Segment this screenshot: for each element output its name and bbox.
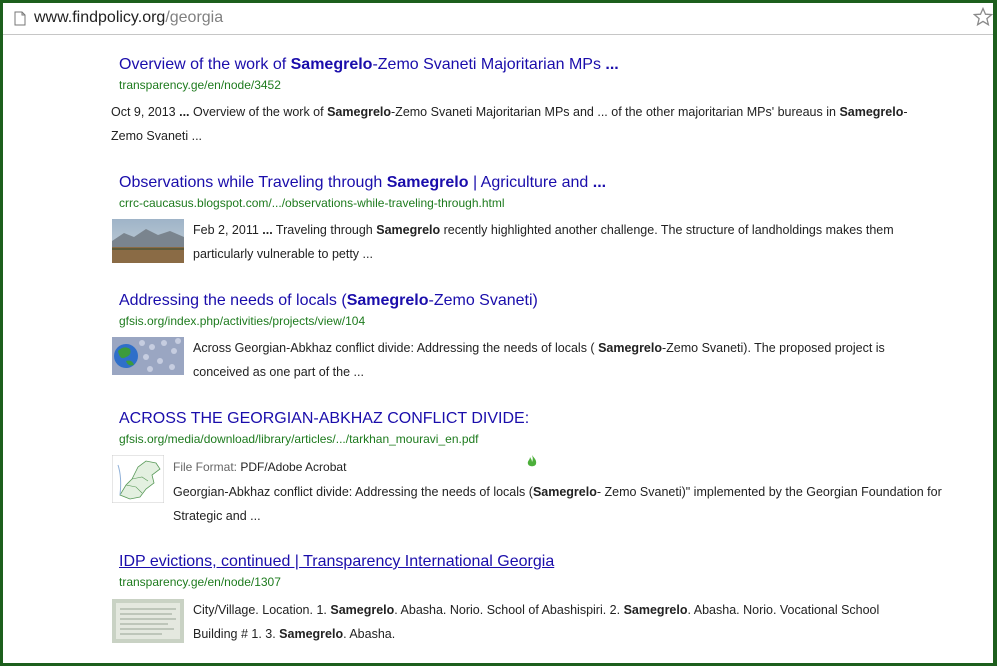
result-url[interactable]: transparency.ge/en/node/3452 (119, 78, 281, 92)
address-bar[interactable]: www.findpolicy.org/georgia (3, 3, 993, 35)
title-text: Observations while Traveling through (119, 174, 387, 191)
result-title-link[interactable]: Observations while Traveling through Sam… (119, 174, 606, 192)
title-bold: Samegrelo (386, 174, 469, 191)
page-icon (14, 11, 26, 26)
snippet-line: Georgian-Abkhaz conflict divide: Address… (173, 485, 942, 499)
flame-icon (527, 455, 537, 467)
snippet-keyword: Samegrelo (598, 341, 662, 355)
url-text[interactable]: www.findpolicy.org/georgia (34, 9, 223, 27)
title-text: Addressing the needs of locals ( (119, 292, 347, 309)
snippet-line: Oct 9, 2013 ... Overview of the work of … (111, 105, 908, 119)
result-snippet: Feb 2, 2011 ... Traveling through Samegr… (193, 218, 973, 266)
snippet-keyword: ... (179, 105, 190, 119)
result-title-link[interactable]: IDP evictions, continued | Transparency … (119, 553, 554, 571)
snippet-keyword: Samegrelo (532, 485, 597, 499)
file-format: File Format: PDF/Adobe Acrobat (173, 460, 346, 474)
document-thumbnail[interactable] (112, 599, 184, 643)
title-bold: Samegrelo (290, 56, 373, 73)
file-format-value: PDF/Adobe Acrobat (240, 460, 347, 474)
url-path: /georgia (165, 9, 224, 26)
title-text: -Zemo Svaneti) (428, 292, 538, 309)
title-text: IDP evictions, continued | Transparency … (119, 553, 555, 570)
snippet-line: Building # 1. 3. Samegrelo. Abasha. (193, 627, 396, 641)
result-title-link[interactable]: Addressing the needs of locals (Samegrel… (119, 292, 538, 310)
snippet-line: Zemo Svaneti ... (111, 129, 203, 143)
snippet-line: City/Village. Location. 1. Samegrelo. Ab… (193, 603, 880, 617)
map-thumbnail[interactable] (112, 455, 164, 503)
title-ellipsis: ... (605, 56, 619, 73)
snippet-keyword: Samegrelo (330, 603, 395, 617)
file-format-label: File Format: (173, 460, 241, 474)
result-snippet: Oct 9, 2013 ... Overview of the work of … (111, 100, 971, 148)
result-url[interactable]: gfsis.org/index.php/activities/projects/… (119, 314, 365, 328)
snippet-line: Feb 2, 2011 ... Traveling through Samegr… (193, 223, 894, 237)
result-title-link[interactable]: Overview of the work of Samegrelo-Zemo S… (119, 56, 619, 74)
snippet-keyword: Samegrelo (839, 105, 904, 119)
result-snippet: Georgian-Abkhaz conflict divide: Address… (173, 480, 978, 528)
result-url[interactable]: crrc-caucasus.blogspot.com/.../observati… (119, 196, 505, 210)
title-text: | Agriculture and (468, 174, 593, 191)
title-text: ACROSS THE GEORGIAN-ABKHAZ CONFLICT DIVI… (119, 410, 530, 427)
title-ellipsis: ... (592, 174, 607, 191)
title-text: -Zemo Svaneti Majoritarian MPs (372, 56, 606, 73)
result-url[interactable]: transparency.ge/en/node/1307 (119, 575, 281, 589)
globe-thumbnail[interactable] (112, 337, 184, 375)
title-bold: Samegrelo (346, 292, 429, 309)
url-domain: www.findpolicy.org (34, 9, 166, 26)
title-text: Overview of the work of (119, 56, 291, 73)
landscape-thumbnail[interactable] (112, 219, 184, 263)
snippet-keyword: Samegrelo (327, 105, 392, 119)
snippet-keyword: Samegrelo (279, 627, 344, 641)
snippet-keyword: Samegrelo (376, 223, 441, 237)
snippet-line: conceived as one part of the ... (193, 365, 364, 379)
snippet-line: Across Georgian-Abkhaz conflict divide: … (193, 341, 885, 355)
snippet-keyword: ... (262, 223, 273, 237)
result-url[interactable]: gfsis.org/media/download/library/article… (119, 432, 479, 446)
bookmark-star-icon[interactable] (973, 7, 993, 27)
result-snippet: Across Georgian-Abkhaz conflict divide: … (193, 336, 973, 384)
result-snippet: City/Village. Location. 1. Samegrelo. Ab… (193, 598, 973, 646)
snippet-keyword: Samegrelo (623, 603, 688, 617)
snippet-line: Strategic and ... (173, 509, 261, 523)
snippet-line: particularly vulnerable to petty ... (193, 247, 373, 261)
result-title-link[interactable]: ACROSS THE GEORGIAN-ABKHAZ CONFLICT DIVI… (119, 410, 529, 428)
